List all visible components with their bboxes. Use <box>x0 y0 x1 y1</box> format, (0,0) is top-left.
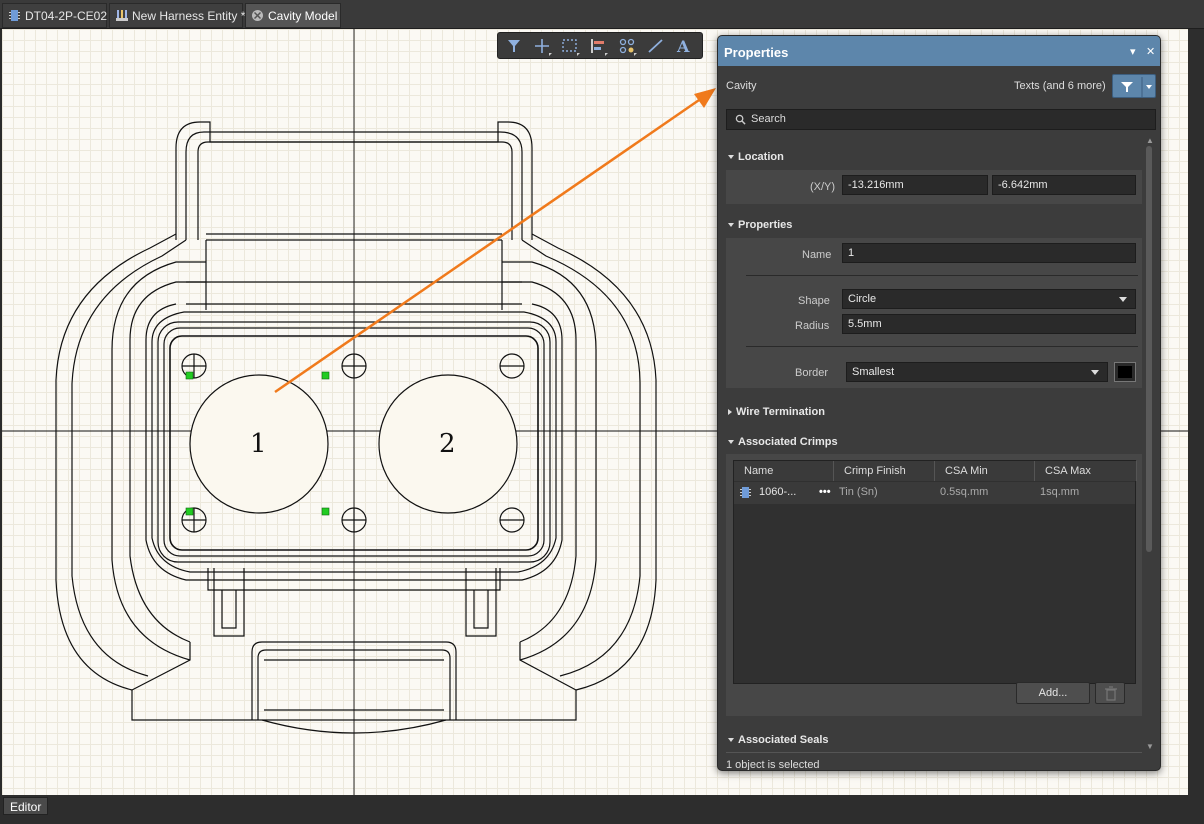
more-options-icon[interactable]: ••• <box>814 482 831 502</box>
border-select[interactable]: Smallest <box>846 362 1108 382</box>
filter-icon <box>508 40 520 52</box>
cavity-place-icon <box>619 38 637 56</box>
crosshair-icon <box>535 39 552 56</box>
active-bar-toolbar: A <box>497 32 703 59</box>
line-icon <box>648 39 663 53</box>
search-placeholder: Search <box>751 113 786 125</box>
tab-label: DT04-2P-CE02 * <box>25 9 116 23</box>
cavity-model-icon <box>252 10 263 21</box>
panel-title: Properties <box>724 45 789 60</box>
location-block: (X/Y) -13.216mm -6.642mm <box>726 170 1142 204</box>
expand-icon <box>728 409 732 416</box>
color-fill <box>1118 366 1132 378</box>
cavity-label-1: 1 <box>250 429 267 459</box>
place-line-button[interactable] <box>645 36 667 56</box>
move-button[interactable] <box>531 36 553 56</box>
section-title: Properties <box>738 219 793 231</box>
crimp-csa-max: 1sq.mm <box>1040 486 1080 498</box>
place-cavity-button[interactable] <box>616 36 638 56</box>
column-header-crimp-finish[interactable]: Crimp Finish <box>834 461 935 481</box>
section-title: Location <box>738 151 784 163</box>
add-crimp-button[interactable]: Add... <box>1016 682 1090 704</box>
editor-tab[interactable]: Editor <box>3 797 49 815</box>
canvas-vertical-scrollbar[interactable] <box>1188 29 1204 795</box>
place-text-button[interactable]: A <box>673 36 695 56</box>
section-associated-seals[interactable]: Associated Seals <box>728 734 829 746</box>
y-field[interactable]: -6.642mm <box>992 175 1136 195</box>
trash-icon <box>1105 686 1117 701</box>
crimp-name: 1060-... <box>759 486 797 498</box>
border-color-swatch[interactable] <box>1114 362 1136 382</box>
border-label: Border <box>795 367 829 379</box>
collapse-icon <box>728 440 734 445</box>
tab-cavity-model[interactable]: Cavity Model <box>245 3 341 28</box>
section-title: Associated Seals <box>738 734 829 746</box>
crimp-icon <box>740 487 751 498</box>
section-title: Wire Termination <box>736 406 825 418</box>
section-wire-termination[interactable]: Wire Termination <box>728 406 825 418</box>
filter-dropdown-button[interactable] <box>1112 74 1156 98</box>
radius-label: Radius <box>795 320 830 332</box>
tab-dt04-2p-ce02[interactable]: DT04-2P-CE02 * <box>2 3 115 28</box>
collapse-icon <box>728 738 734 743</box>
search-input[interactable]: Search <box>726 109 1156 130</box>
crimp-finish: Tin (Sn) <box>839 486 878 498</box>
divider <box>726 752 1142 753</box>
tab-label: New Harness Entity * <box>132 9 246 23</box>
delete-crimp-button[interactable] <box>1095 682 1125 704</box>
svg-text:A: A <box>676 37 690 56</box>
selection-status: 1 object is selected <box>726 759 820 771</box>
properties-panel: Properties ▾ ✕ Cavity Texts (and 6 more)… <box>717 35 1161 771</box>
crimp-csa-min: 0.5sq.mm <box>940 486 989 498</box>
align-icon <box>591 39 608 56</box>
select-button[interactable] <box>559 36 581 56</box>
filter-summary[interactable]: Texts (and 6 more) <box>1014 80 1106 92</box>
table-row[interactable]: 1060-... ••• Tin (Sn) 0.5sq.mm 1sq.mm <box>734 482 1135 504</box>
align-button[interactable] <box>587 36 609 56</box>
tab-new-harness-entity[interactable]: New Harness Entity * <box>109 3 246 28</box>
section-associated-crimps[interactable]: Associated Crimps <box>728 436 838 448</box>
document-tab-bar: DT04-2P-CE02 * New Harness Entity * Cavi… <box>0 0 1204 29</box>
name-label: Name <box>802 249 832 261</box>
section-properties[interactable]: Properties <box>728 219 792 231</box>
section-title: Associated Crimps <box>738 436 838 448</box>
name-field[interactable]: 1 <box>842 243 1136 263</box>
x-field[interactable]: -13.216mm <box>842 175 988 195</box>
cavity-label-2: 2 <box>439 429 456 459</box>
component-icon <box>9 10 20 21</box>
scroll-down-icon[interactable]: ▼ <box>1146 742 1154 751</box>
xy-label: (X/Y) <box>810 181 836 193</box>
filter-icon <box>1121 77 1152 97</box>
collapse-icon <box>728 223 734 228</box>
section-location[interactable]: Location <box>728 151 784 163</box>
panel-close-icon[interactable]: ✕ <box>1146 45 1155 58</box>
column-header-csa-max[interactable]: CSA Max <box>1035 461 1137 481</box>
harness-icon <box>116 10 128 21</box>
tab-label: Cavity Model <box>268 9 338 23</box>
divider <box>746 275 1138 276</box>
radius-field[interactable]: 5.5mm <box>842 314 1136 334</box>
panel-menu-icon[interactable]: ▾ <box>1130 45 1136 58</box>
select-rect-icon <box>562 39 580 56</box>
column-header-name[interactable]: Name <box>734 461 834 481</box>
shape-select[interactable]: Circle <box>842 289 1136 309</box>
panel-header: Properties ▾ ✕ <box>718 36 1160 66</box>
search-icon <box>735 114 746 125</box>
properties-block: Name 1 Shape Circle Radius 5.5mm Border … <box>726 238 1142 388</box>
divider <box>746 346 1138 347</box>
column-header-csa-min[interactable]: CSA Min <box>935 461 1035 481</box>
text-icon: A <box>676 37 690 56</box>
panel-scrollbar[interactable] <box>1146 146 1152 552</box>
filter-button[interactable] <box>503 36 525 56</box>
callout-arrowhead <box>694 88 716 108</box>
crimps-table: Name Crimp Finish CSA Min CSA Max 1060-.… <box>733 460 1137 684</box>
status-bar: Editor <box>0 795 1204 824</box>
shape-label: Shape <box>798 295 830 307</box>
scroll-up-icon[interactable]: ▲ <box>1146 136 1154 145</box>
collapse-icon <box>728 155 734 160</box>
object-type: Cavity <box>726 80 757 92</box>
